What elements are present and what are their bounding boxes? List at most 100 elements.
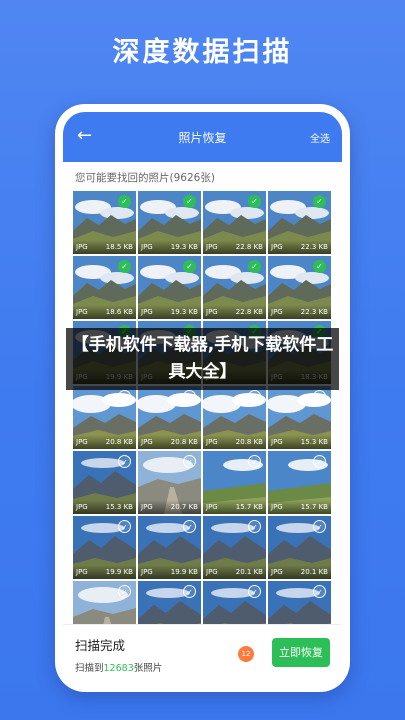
photo-size: 22.3 KB — [300, 243, 328, 251]
photo-thumbnail[interactable]: ✓ JPG 20.1 KB — [268, 516, 331, 579]
photo-type: JPG — [271, 503, 283, 511]
photo-type: JPG — [271, 308, 283, 316]
scan-summary-prefix: 扫描到 — [75, 663, 104, 674]
restore-now-button[interactable]: 立即恢复 — [272, 638, 330, 667]
photo-thumbnail[interactable]: ✓ JPG 20.7 KB — [138, 451, 201, 514]
photo-info: JPG 22.8 KB — [203, 240, 266, 254]
unchecked-icon[interactable]: ✓ — [183, 390, 196, 403]
photo-grid: ✓ JPG 18.5 KB ✓ JPG 19.3 KB ✓ JPG 22.8 KB ✓ JPG… — [63, 191, 342, 644]
select-all-button[interactable]: 全选 — [310, 130, 330, 145]
photo-info: JPG 19.3 KB — [138, 305, 201, 319]
photo-info: JPG 22.3 KB — [268, 305, 331, 319]
checked-icon[interactable]: ✓ — [183, 195, 196, 208]
photo-info: JPG 20.1 KB — [203, 565, 266, 579]
photo-size: 20.7 KB — [170, 503, 198, 511]
photo-thumbnail[interactable]: ✓ JPG 22.3 KB — [268, 256, 331, 319]
photo-size: 15.3 KB — [300, 438, 328, 446]
unchecked-icon[interactable]: ✓ — [118, 585, 131, 598]
unchecked-icon[interactable]: ✓ — [248, 455, 261, 468]
photo-size: 22.8 KB — [235, 308, 263, 316]
photo-size: 20.1 KB — [235, 568, 263, 576]
checked-icon[interactable]: ✓ — [118, 195, 131, 208]
checked-icon[interactable]: ✓ — [313, 260, 326, 273]
page-title: 照片恢复 — [178, 130, 227, 145]
photo-thumbnail[interactable]: ✓ JPG 20.8 KB — [73, 386, 136, 449]
unchecked-icon[interactable]: ✓ — [248, 520, 261, 533]
photo-size: 19.9 KB — [105, 568, 133, 576]
photo-type: JPG — [141, 568, 153, 576]
photo-type: JPG — [141, 243, 153, 251]
photo-size: 19.3 KB — [170, 243, 198, 251]
photo-thumbnail[interactable]: ✓ JPG 22.3 KB — [268, 191, 331, 254]
photo-type: JPG — [206, 568, 218, 576]
unchecked-icon[interactable]: ✓ — [183, 520, 196, 533]
unchecked-icon[interactable]: ✓ — [248, 390, 261, 403]
photo-thumbnail[interactable]: ✓ JPG 19.9 KB — [138, 516, 201, 579]
phone-frame: ← 照片恢复 全选 您可能要找回的照片(9626张) ✓ JPG 18.5 KB ✓… — [55, 104, 350, 692]
photo-type: JPG — [271, 438, 283, 446]
photo-thumbnail[interactable]: ✓ JPG 15.3 KB — [268, 386, 331, 449]
unchecked-icon[interactable]: ✓ — [248, 585, 261, 598]
photo-size: 15.7 KB — [235, 503, 263, 511]
scan-summary-suffix: 张照片 — [133, 663, 163, 674]
photo-thumbnail[interactable]: ✓ JPG 20.1 KB — [203, 516, 266, 579]
photo-count-hint: 您可能要找回的照片(9626张) — [75, 172, 215, 184]
photo-info: JPG 20.8 KB — [203, 435, 266, 449]
photo-info: JPG 20.7 KB — [138, 500, 201, 514]
unchecked-icon[interactable]: ✓ — [313, 585, 326, 598]
unchecked-icon[interactable]: ✓ — [313, 455, 326, 468]
photo-thumbnail[interactable]: ✓ JPG 19.3 KB — [138, 256, 201, 319]
photo-thumbnail[interactable]: ✓ JPG 19.9 KB — [73, 516, 136, 579]
photo-info: JPG 19.9 KB — [138, 565, 201, 579]
photo-thumbnail[interactable]: ✓ JPG 18.6 KB — [73, 256, 136, 319]
photo-size: 19.9 KB — [170, 568, 198, 576]
unchecked-icon[interactable]: ✓ — [313, 520, 326, 533]
unchecked-icon[interactable]: ✓ — [118, 390, 131, 403]
unchecked-icon[interactable]: ✓ — [313, 390, 326, 403]
unchecked-icon[interactable]: ✓ — [118, 455, 131, 468]
photo-type: JPG — [76, 438, 88, 446]
photo-size: 18.6 KB — [105, 308, 133, 316]
photo-thumbnail[interactable]: ✓ JPG 18.5 KB — [73, 191, 136, 254]
unchecked-icon[interactable]: ✓ — [118, 520, 131, 533]
unchecked-icon[interactable]: ✓ — [183, 585, 196, 598]
photo-info: JPG 15.3 KB — [268, 435, 331, 449]
photo-info: JPG 20.8 KB — [73, 435, 136, 449]
arrow-left-icon[interactable]: ← — [77, 124, 92, 148]
photo-size: 22.8 KB — [235, 243, 263, 251]
photo-size: 20.1 KB — [300, 568, 328, 576]
photo-thumbnail[interactable]: ✓ JPG 15.7 KB — [268, 451, 331, 514]
photo-thumbnail[interactable]: ✓ JPG 22.8 KB — [203, 191, 266, 254]
checked-icon[interactable]: ✓ — [183, 260, 196, 273]
photo-size: 15.7 KB — [300, 503, 328, 511]
photo-size: 20.8 KB — [235, 438, 263, 446]
checked-icon[interactable]: ✓ — [313, 195, 326, 208]
photo-size: 19.3 KB — [170, 308, 198, 316]
photo-info: JPG 20.1 KB — [268, 565, 331, 579]
photo-info: JPG 22.8 KB — [203, 305, 266, 319]
photo-type: JPG — [76, 503, 88, 511]
checked-icon[interactable]: ✓ — [248, 195, 261, 208]
photo-thumbnail[interactable]: ✓ JPG 15.3 KB — [73, 451, 136, 514]
photo-type: JPG — [206, 503, 218, 511]
photo-thumbnail[interactable]: ✓ JPG 20.8 KB — [203, 386, 266, 449]
photo-type: JPG — [76, 568, 88, 576]
scan-result-bar: 扫描完成 扫描到12683张照片 12 立即恢复 — [63, 624, 342, 684]
checked-icon[interactable]: ✓ — [248, 260, 261, 273]
checked-icon[interactable]: ✓ — [118, 260, 131, 273]
photo-info: JPG 15.3 KB — [73, 500, 136, 514]
photo-thumbnail[interactable]: ✓ JPG 20.8 KB — [138, 386, 201, 449]
app-screen: ← 照片恢复 全选 您可能要找回的照片(9626张) ✓ JPG 18.5 KB ✓… — [63, 112, 342, 684]
photo-info: JPG 19.3 KB — [138, 240, 201, 254]
photo-thumbnail[interactable]: ✓ JPG 22.8 KB — [203, 256, 266, 319]
photo-thumbnail[interactable]: ✓ JPG 19.3 KB — [138, 191, 201, 254]
photo-type: JPG — [76, 243, 88, 251]
unchecked-icon[interactable]: ✓ — [183, 455, 196, 468]
photo-info: JPG 18.5 KB — [73, 240, 136, 254]
photo-type: JPG — [141, 503, 153, 511]
photo-thumbnail[interactable]: ✓ JPG 15.7 KB — [203, 451, 266, 514]
photo-type: JPG — [206, 308, 218, 316]
photo-info: JPG 19.9 KB — [73, 565, 136, 579]
notification-badge: 12 — [238, 646, 254, 662]
scan-count: 12683 — [103, 663, 134, 674]
